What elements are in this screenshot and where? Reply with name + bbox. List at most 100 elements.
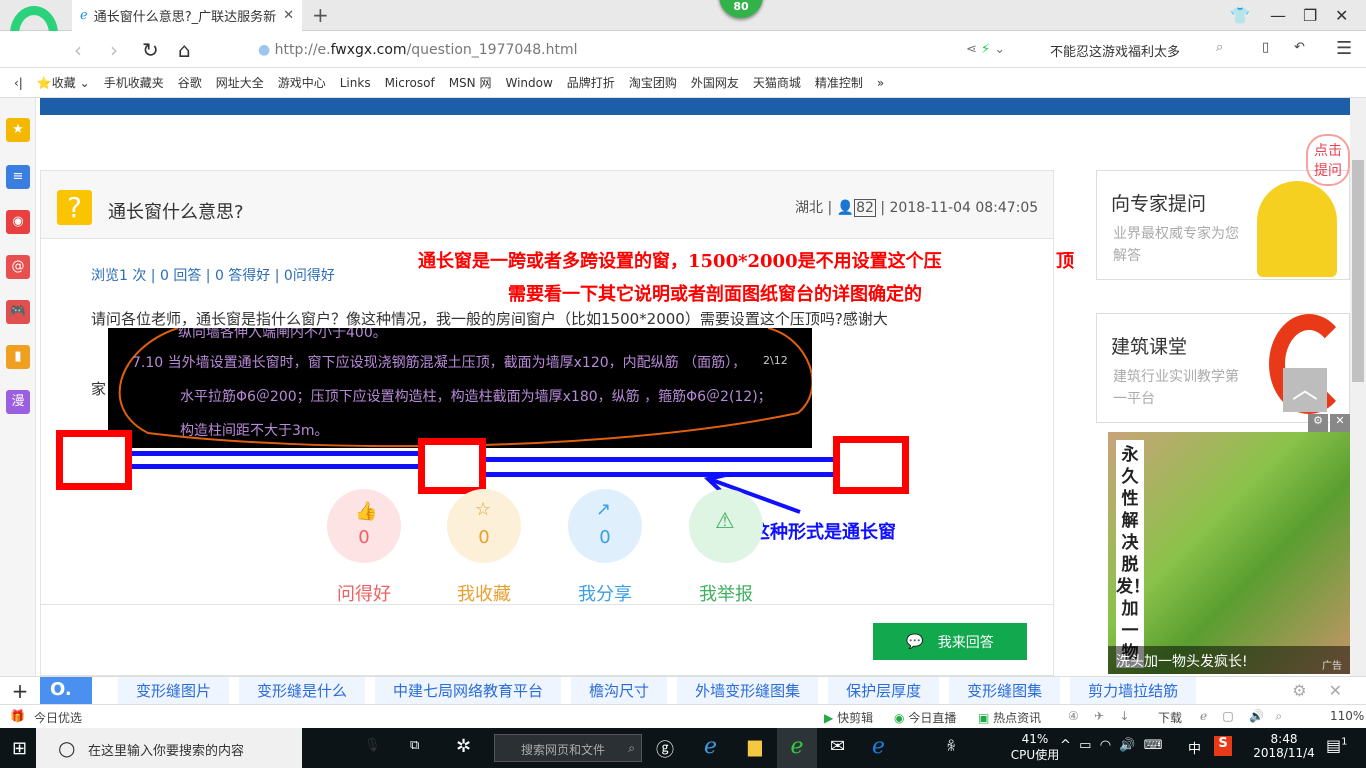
weibo-icon[interactable]: ◉: [6, 210, 30, 234]
web-search-box[interactable]: 搜索网页和文件 ⌕: [494, 734, 642, 762]
mobile-icon[interactable]: ▯: [1262, 40, 1269, 55]
new-tab-button[interactable]: +: [312, 3, 329, 27]
ad-settings-icon[interactable]: ⚙: [1308, 414, 1328, 432]
annotation-text: 通长窗是一跨或者多跨设置的窗，1500*2000是不用设置这个压: [418, 251, 942, 272]
refresh-icon[interactable]: ↻: [142, 38, 159, 62]
report-button[interactable]: ⚠: [689, 489, 763, 563]
task-view-icon[interactable]: ⧉: [410, 738, 419, 753]
report-label[interactable]: 我举报: [676, 580, 776, 606]
tray-icons[interactable]: ^ ▭ ◠ 🔊 ⌨: [1060, 738, 1163, 753]
zoom-level[interactable]: 110%: [1330, 709, 1364, 723]
mail-icon[interactable]: @: [6, 255, 30, 279]
browser-tab[interactable]: ℯ 通长窗什么意思?_广联达服务新 ✕: [72, 0, 302, 31]
menu-icon[interactable]: ☰: [1336, 38, 1352, 59]
ad-close-icon[interactable]: ✕: [1330, 414, 1350, 432]
suggestion-chip[interactable]: 变形缝图集: [949, 677, 1061, 704]
bookmarks-collapse-icon[interactable]: ‹|: [14, 76, 23, 90]
back-to-top-button[interactable]: ︿: [1283, 368, 1327, 412]
favorite-button[interactable]: ☆ 0: [447, 489, 521, 563]
close-tab-icon[interactable]: ✕: [283, 8, 294, 23]
bookmark-folder[interactable]: MSN 网: [449, 74, 492, 91]
url-input[interactable]: ● http://e.fwxgx.com/question_1977048.ht…: [258, 42, 577, 58]
bookmark-item[interactable]: 游戏中心: [278, 74, 326, 91]
bookmark-folder[interactable]: Links: [340, 76, 371, 90]
status-item[interactable]: ▣ 热点资讯: [978, 709, 1041, 726]
today-picks-link[interactable]: 今日优选: [34, 709, 82, 726]
mail-icon[interactable]: ✉: [830, 736, 845, 757]
suggestion-chip[interactable]: 檐沟尺寸: [571, 677, 668, 704]
windows-start-icon[interactable]: ⊞: [12, 738, 27, 759]
bookmark-item[interactable]: 网址大全: [216, 74, 264, 91]
hot-search-input[interactable]: 不能忍这游戏福利太多: [1050, 41, 1180, 60]
bookmark-item[interactable]: 谷歌: [178, 74, 202, 91]
download-link[interactable]: 下载: [1158, 709, 1182, 726]
novel-icon[interactable]: ▮: [6, 345, 30, 369]
undo-icon[interactable]: ↶: [1294, 40, 1305, 55]
bookmark-item[interactable]: 品牌打折: [567, 74, 615, 91]
favorites-icon[interactable]: ★: [6, 118, 30, 142]
bookmark-item[interactable]: 天猫商城: [753, 74, 801, 91]
status-item[interactable]: ◉ 今日直播: [894, 709, 956, 726]
bookmark-item[interactable]: 外国网友: [691, 74, 739, 91]
restore-button[interactable]: ❐: [1303, 6, 1317, 25]
taskbar-search[interactable]: ○ 在这里输入你要搜索的内容 🎙: [36, 728, 381, 768]
share-label[interactable]: 我分享: [555, 580, 655, 606]
bookmark-folder[interactable]: Microsof: [385, 76, 435, 90]
suggestion-chip[interactable]: 保护层厚度: [828, 677, 940, 704]
status-icons[interactable]: ④ ✈ ↓: [1068, 709, 1129, 723]
news-icon[interactable]: ≡: [6, 165, 30, 189]
minimize-button[interactable]: —: [1270, 6, 1286, 25]
browser-taskbar-icon[interactable]: ℯ: [777, 728, 817, 768]
skin-icon[interactable]: 👕: [1230, 6, 1250, 25]
file-explorer-icon[interactable]: ▆: [748, 736, 762, 757]
like-label[interactable]: 问得好: [314, 580, 414, 606]
settings-icon[interactable]: ⚙: [1292, 681, 1306, 700]
fan-icon[interactable]: ✲: [456, 736, 471, 757]
close-window-button[interactable]: ✕: [1335, 6, 1348, 25]
answer-button[interactable]: 💬 我来回答: [873, 623, 1027, 660]
close-icon[interactable]: ✕: [1329, 681, 1342, 700]
ask-expert-panel[interactable]: 向专家提问 业界最权威专家为您解答: [1096, 170, 1350, 280]
status-item[interactable]: ▶ 快剪辑: [824, 709, 873, 726]
bookmark-item[interactable]: 手机收藏夹: [104, 74, 164, 91]
suggestion-chip[interactable]: 变形缝是什么: [239, 677, 366, 704]
game-icon[interactable]: 🎮: [6, 300, 30, 324]
clock[interactable]: 8:48 2018/11/4: [1244, 732, 1324, 760]
notification-icon[interactable]: ▤1: [1326, 736, 1348, 755]
chat-icon: 💬: [906, 633, 924, 650]
ask-bubble[interactable]: 点击提问: [1306, 134, 1350, 186]
home-icon[interactable]: ⌂: [178, 38, 191, 62]
bookmark-item[interactable]: 精准控制: [815, 74, 863, 91]
more-bookmarks-icon[interactable]: »: [877, 76, 884, 90]
ime-indicator[interactable]: 中: [1188, 738, 1201, 757]
site-header-strip: [40, 98, 1350, 115]
bookmark-folder[interactable]: Window: [505, 76, 552, 90]
cpu-usage[interactable]: 41% CPU使用: [1010, 732, 1060, 763]
ie-icon[interactable]: ℯ: [704, 734, 717, 759]
status-icons[interactable]: ℯ ▢ 🔊 ⌕: [1200, 709, 1282, 724]
people-icon[interactable]: ꆜ: [946, 738, 956, 755]
edge-icon[interactable]: ℯ: [872, 734, 885, 759]
like-button[interactable]: 👍 0: [327, 489, 401, 563]
ad-image[interactable]: [1108, 432, 1350, 674]
scrollbar-thumb[interactable]: [1352, 160, 1364, 382]
bookmarks-bar: ‹| ⭐收藏 ⌄ 手机收藏夹 谷歌 网址大全 游戏中心 Links Micros…: [0, 68, 1366, 98]
favorite-label[interactable]: 我收藏: [434, 580, 534, 606]
divider: [41, 604, 1053, 605]
sogou-icon[interactable]: S: [1214, 736, 1232, 756]
share-button[interactable]: ↗ 0: [568, 489, 642, 563]
bookmark-item[interactable]: ⭐收藏 ⌄: [37, 74, 90, 91]
ad-caption[interactable]: 洗头加一物头发疯长! 广告: [1108, 646, 1350, 674]
suggestion-chip[interactable]: 中建七局网络教育平台: [375, 677, 562, 704]
bookmark-item[interactable]: 淘宝团购: [629, 74, 677, 91]
search-icon[interactable]: ⌕: [1216, 40, 1223, 55]
forward-icon[interactable]: ›: [110, 38, 118, 62]
suggestion-chip[interactable]: 外墙变形缝图集: [677, 677, 819, 704]
app-icon[interactable]: ⓖ: [656, 736, 674, 762]
suggestion-chip[interactable]: 变形缝图片: [118, 677, 230, 704]
suggestion-chip[interactable]: 剪力墙拉结筋: [1070, 677, 1197, 704]
add-icon[interactable]: +: [0, 679, 40, 703]
share-icon[interactable]: ⋖ ⚡ ⌄: [966, 42, 1005, 57]
comic-icon[interactable]: 漫: [6, 390, 30, 414]
back-icon[interactable]: ‹: [74, 38, 82, 62]
